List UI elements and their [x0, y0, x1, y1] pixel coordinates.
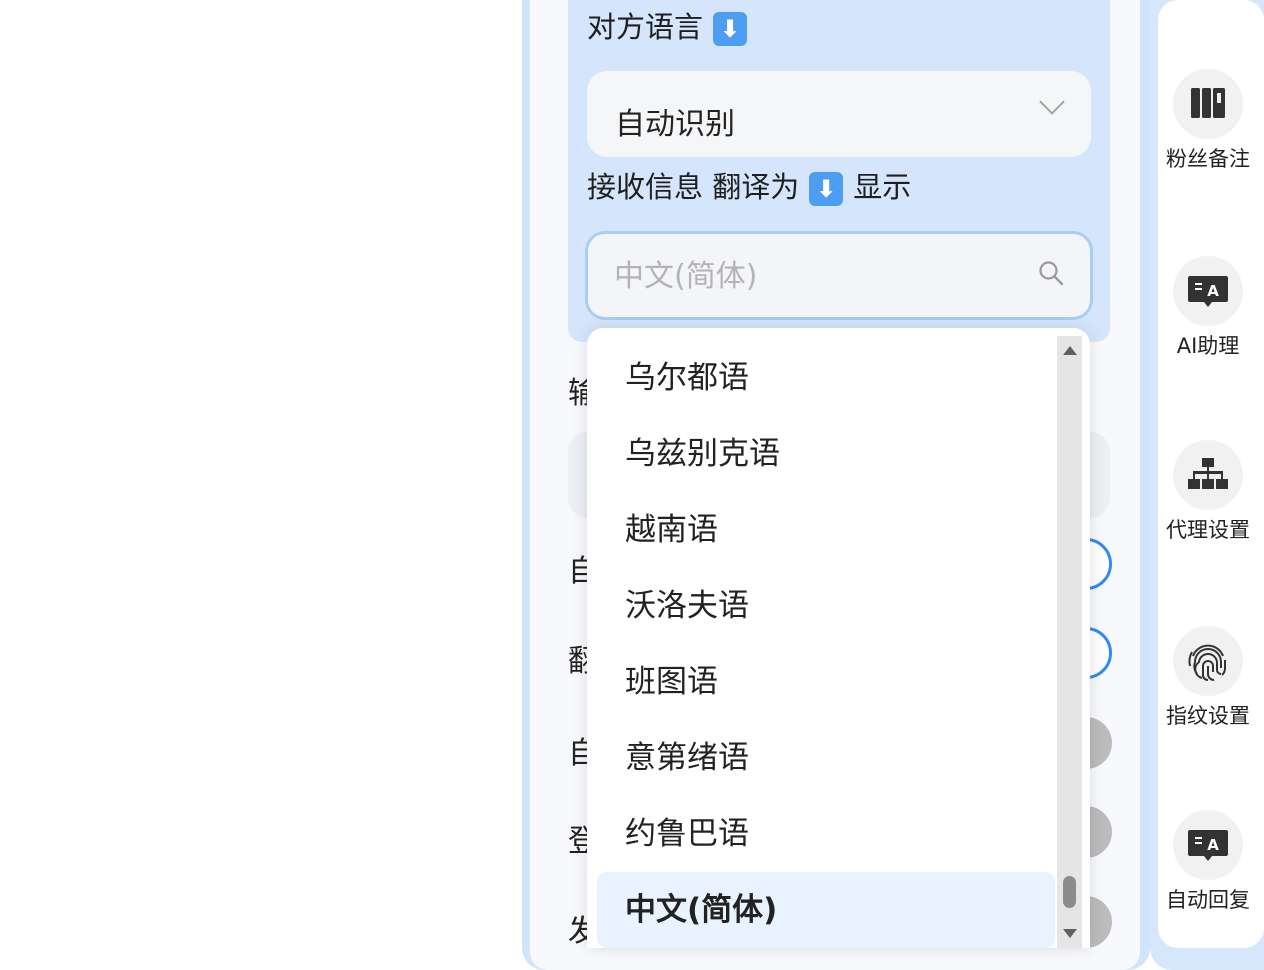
toolbar-item-ai-assistant[interactable]: A AI助理 [1158, 256, 1258, 360]
fingerprint-icon [1173, 626, 1243, 696]
toolbar-label: 代理设置 [1166, 518, 1250, 542]
network-tree-icon [1173, 440, 1243, 510]
language-option-selected[interactable]: 中文(简体) [597, 872, 1055, 948]
toolbar-label: 指纹设置 [1166, 704, 1250, 728]
receive-label: 接收信息 翻译为 [587, 170, 800, 204]
translate-chat-icon: A [1173, 256, 1243, 326]
toolbar-label: 自动回复 [1166, 888, 1250, 912]
scrollbar-thumb[interactable] [1063, 876, 1076, 908]
target-language-search[interactable] [585, 231, 1093, 320]
toolbar-item-proxy-settings[interactable]: 代理设置 [1158, 440, 1258, 544]
toolbar-label: 粉丝备注 [1166, 147, 1250, 171]
search-icon [1039, 261, 1064, 286]
peer-language-select[interactable]: 自动识别 [587, 71, 1091, 157]
receive-heading: 接收信息 翻译为 ⬇ 显示 [587, 172, 911, 206]
language-option[interactable]: 沃洛夫语 [597, 568, 1055, 644]
toolbar-item-auto-reply[interactable]: A 自动回复 [1158, 810, 1258, 914]
toolbar-item-fingerprint-settings[interactable]: 指纹设置 [1158, 626, 1258, 730]
language-dropdown[interactable]: 乌尔都语 乌兹别克语 越南语 沃洛夫语 班图语 意第绪语 约鲁巴语 中文(简体) [587, 328, 1090, 948]
language-option[interactable]: 班图语 [597, 644, 1055, 720]
language-option[interactable]: 越南语 [597, 492, 1055, 568]
receive-suffix: 显示 [853, 170, 912, 204]
book-icon [1173, 69, 1243, 139]
language-option[interactable]: 约鲁巴语 [597, 796, 1055, 872]
language-option[interactable]: 意第绪语 [597, 720, 1055, 796]
scroll-down-arrow-icon[interactable] [1063, 929, 1077, 938]
chevron-down-icon [1039, 89, 1065, 115]
language-option[interactable]: 乌尔都语 [597, 340, 1055, 416]
language-option[interactable]: 乌兹别克语 [597, 416, 1055, 492]
peer-language-label: 对方语言 [587, 10, 704, 44]
dropdown-scrollbar[interactable] [1057, 336, 1082, 948]
translate-chat-icon: A [1173, 810, 1243, 880]
peer-language-value: 自动识别 [615, 107, 735, 142]
scroll-up-arrow-icon[interactable] [1063, 346, 1077, 355]
svg-text:A: A [1207, 836, 1219, 854]
down-arrow-icon: ⬇ [809, 172, 844, 206]
toolbar-label: AI助理 [1176, 334, 1240, 358]
toolbar-item-fan-notes[interactable]: 粉丝备注 [1158, 69, 1258, 173]
down-arrow-icon: ⬇ [713, 12, 748, 46]
peer-language-heading: 对方语言 ⬇ [587, 12, 757, 46]
search-input[interactable] [614, 259, 1014, 294]
svg-text:A: A [1207, 282, 1219, 300]
